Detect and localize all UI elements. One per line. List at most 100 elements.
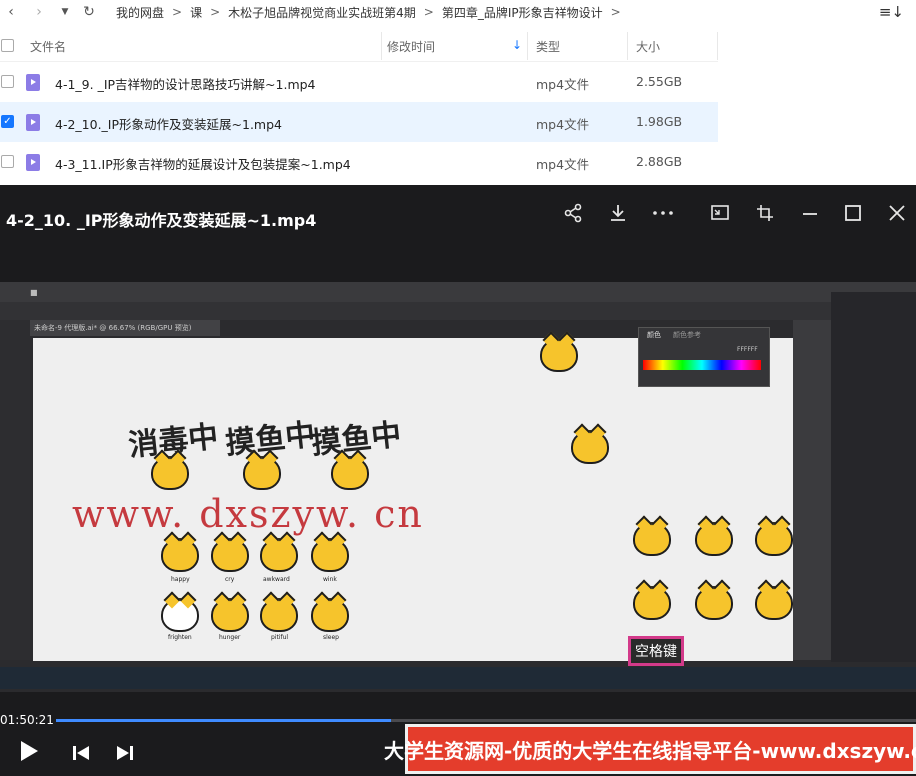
- column-divider[interactable]: [717, 32, 718, 60]
- breadcrumb-separator-icon: >: [210, 5, 221, 19]
- more-icon[interactable]: [652, 203, 674, 228]
- video-file-icon: [26, 114, 40, 131]
- current-time: 01:50:21: [0, 713, 54, 727]
- minimize-icon[interactable]: [800, 203, 820, 228]
- color-spectrum: [643, 360, 761, 370]
- mascot-sticker: [151, 456, 189, 490]
- breadcrumb-item[interactable]: 我的网盘: [116, 4, 164, 21]
- player-title: 4-2_10. _IP形象动作及变装延展~1.mp4: [6, 211, 317, 230]
- menu-placeholder: ■: [30, 287, 38, 297]
- expression-label: happy: [171, 576, 190, 583]
- breadcrumb-separator-icon: >: [172, 5, 183, 19]
- sort-list-icon[interactable]: ≡↓: [879, 3, 904, 21]
- file-name[interactable]: 4-3_11.IP形象吉祥物的延展设计及包装提案~1.mp4: [55, 154, 351, 173]
- file-type: mp4文件: [536, 117, 590, 132]
- expression-label: awkward: [263, 576, 290, 583]
- mascot-expression: [211, 598, 249, 632]
- row-checkbox[interactable]: ✓: [1, 115, 14, 128]
- column-header-name[interactable]: 文件名: [30, 38, 66, 55]
- mascot-expression: [161, 538, 199, 572]
- mascot-variant: [695, 586, 733, 620]
- mascot-variant: [695, 522, 733, 556]
- file-name[interactable]: 4-1_9. _IP吉祥物的设计思路技巧讲解~1.mp4: [55, 74, 316, 93]
- video-frame[interactable]: ■ 未命名-9 代理版.ai* @ 66.67% (RGB/GPU 预览) 消毒…: [0, 282, 916, 692]
- column-divider[interactable]: [381, 32, 382, 60]
- column-divider[interactable]: [527, 32, 528, 60]
- progress-fill: [56, 719, 392, 722]
- breadcrumb-item[interactable]: 木松子旭品牌视觉商业实战班第4期: [228, 4, 416, 21]
- live-chat-panel: [831, 292, 916, 662]
- previous-icon[interactable]: [72, 745, 90, 765]
- color-panel: 颜色 颜色参考 FFFFFF: [638, 327, 770, 387]
- mascot-expression: [161, 598, 199, 632]
- maximize-icon[interactable]: [843, 203, 863, 228]
- properties-panel: [793, 320, 831, 660]
- next-icon[interactable]: [116, 745, 134, 765]
- promo-banner: 大学生资源网-优质的大学生在线指导平台-www.dxszyw.cn: [384, 724, 916, 774]
- file-row[interactable]: ✓ 4-2_10._IP形象动作及变装延展~1.mp4 mp4文件 1.98GB: [0, 102, 718, 142]
- breadcrumb-separator-icon: >: [423, 5, 434, 19]
- mascot-variant: [755, 586, 793, 620]
- keystroke-overlay: 空格键: [628, 636, 684, 666]
- video-file-icon: [26, 74, 40, 91]
- top-nav-bar: ‹ › ▼ ↻ 我的网盘 > 课 > 木松子旭品牌视觉商业实战班第4期 > 第四…: [0, 0, 916, 24]
- file-row[interactable]: 4-3_11.IP形象吉祥物的延展设计及包装提案~1.mp4 mp4文件 2.8…: [0, 142, 718, 182]
- crop-icon[interactable]: [755, 203, 775, 228]
- file-size: 2.55GB: [636, 74, 683, 89]
- select-all-checkbox[interactable]: [1, 39, 14, 52]
- tools-panel: [0, 320, 30, 660]
- sort-arrow-icon[interactable]: ↓: [512, 38, 522, 52]
- refresh-icon[interactable]: ↻: [78, 1, 100, 23]
- illustrator-menu-bar: ■: [0, 282, 916, 302]
- mascot-sticker: [243, 456, 281, 490]
- column-divider[interactable]: [627, 32, 628, 60]
- expression-label: frighten: [168, 634, 192, 641]
- breadcrumb: 我的网盘 > 课 > 木松子旭品牌视觉商业实战班第4期 > 第四章_品牌IP形象…: [116, 4, 629, 21]
- color-hex-value: FFFFFF: [737, 346, 758, 353]
- windows-taskbar: [0, 667, 916, 689]
- row-checkbox[interactable]: [1, 155, 14, 168]
- file-list-header: 文件名 修改时间 ↓ 类型 大小: [0, 30, 718, 62]
- mascot-expression: [260, 538, 298, 572]
- picture-in-picture-icon[interactable]: [710, 203, 730, 228]
- timeline: 01:50:21: [0, 705, 916, 727]
- video-player: 4-2_10. _IP形象动作及变装延展~1.mp4 ■ 未命名-9 代理版.a…: [0, 185, 916, 776]
- expression-label: wink: [323, 576, 337, 583]
- caret-down-icon[interactable]: ▼: [54, 1, 76, 23]
- mascot-variant: [633, 586, 671, 620]
- column-header-modified[interactable]: 修改时间: [387, 38, 435, 55]
- mascot-expression: [211, 538, 249, 572]
- mascot-expression: [311, 598, 349, 632]
- download-icon[interactable]: [608, 203, 628, 228]
- play-icon[interactable]: [18, 739, 40, 767]
- watermark: www. dxszyw. cn: [72, 492, 424, 536]
- mascot-expression: [311, 538, 349, 572]
- file-size: 2.88GB: [636, 154, 683, 169]
- file-type: mp4文件: [536, 157, 590, 172]
- progress-track[interactable]: [56, 719, 916, 722]
- row-checkbox[interactable]: [1, 75, 14, 88]
- column-header-type[interactable]: 类型: [536, 38, 560, 55]
- document-tab: 未命名-9 代理版.ai* @ 66.67% (RGB/GPU 预览): [30, 320, 220, 336]
- mascot-sticker: [331, 456, 369, 490]
- share-icon[interactable]: [563, 203, 583, 228]
- breadcrumb-separator-icon: >: [610, 5, 621, 19]
- file-name[interactable]: 4-2_10._IP形象动作及变装延展~1.mp4: [55, 114, 282, 133]
- breadcrumb-item[interactable]: 课: [190, 4, 202, 21]
- mascot-full-body: [540, 338, 578, 372]
- chevron-right-icon[interactable]: ›: [28, 1, 50, 23]
- breadcrumb-item[interactable]: 第四章_品牌IP形象吉祥物设计: [442, 4, 603, 21]
- mascot-full-body: [571, 430, 609, 464]
- color-panel-tab: 颜色参考: [673, 331, 701, 339]
- file-size: 1.98GB: [636, 114, 683, 129]
- expression-label: cry: [225, 576, 235, 583]
- mascot-variant: [755, 522, 793, 556]
- file-type: mp4文件: [536, 77, 590, 92]
- file-row[interactable]: 4-1_9. _IP吉祥物的设计思路技巧讲解~1.mp4 mp4文件 2.55G…: [0, 62, 718, 102]
- illustrator-toolbar: [0, 302, 916, 320]
- column-header-size[interactable]: 大小: [636, 38, 660, 55]
- chevron-left-icon[interactable]: ‹: [0, 1, 22, 23]
- mascot-expression: [260, 598, 298, 632]
- close-icon[interactable]: [887, 203, 907, 228]
- expression-label: pitiful: [271, 634, 289, 641]
